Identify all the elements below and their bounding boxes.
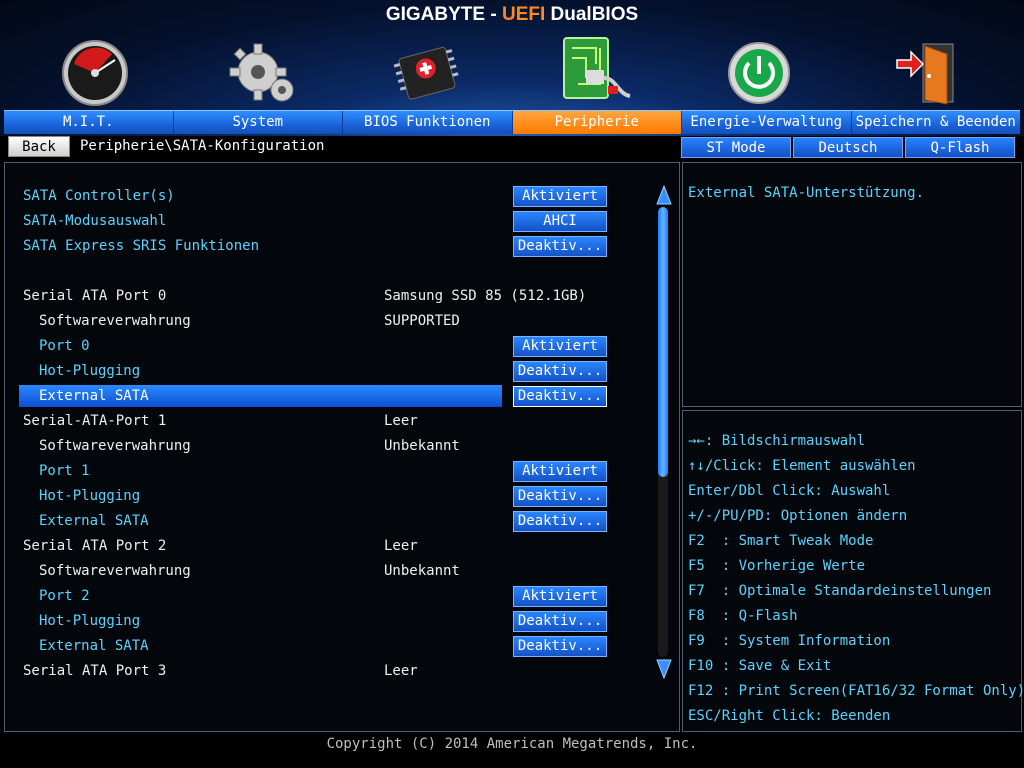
setting-value: Unbekannt (384, 438, 460, 454)
setting-label: Softwareverwahrung (39, 438, 191, 454)
setting-row[interactable]: Serial-ATA-Port 1 Leer (5, 409, 655, 434)
setting-option-button[interactable]: Aktiviert (513, 186, 607, 207)
setting-row[interactable]: External SATA Deaktiv... (5, 509, 655, 534)
key-hint: ESC/Right Click: Beenden (688, 708, 891, 724)
copyright-text: Copyright (C) 2014 American Megatrends, … (326, 736, 698, 752)
setting-label: Serial ATA Port 3 (23, 663, 167, 679)
setting-label: Serial ATA Port 2 (23, 538, 167, 554)
setting-label: Hot-Plugging (39, 613, 141, 629)
key-hint: F5 : Vorherige Werte (688, 558, 866, 574)
setting-label: Serial-ATA-Port 1 (23, 413, 167, 429)
setting-option-button[interactable]: Deaktiv... (513, 611, 607, 632)
setting-label: SATA Controller(s) (23, 188, 175, 204)
setting-option-button[interactable]: AHCI (513, 211, 607, 232)
key-hint: F2 : Smart Tweak Mode (688, 533, 874, 549)
scroll-down-arrow-icon[interactable] (656, 659, 672, 679)
setting-label: SATA Express SRIS Funktionen (23, 238, 260, 254)
tab-peripherie[interactable]: Peripherie (512, 111, 682, 134)
setting-option-button[interactable]: Deaktiv... (513, 636, 607, 657)
gear-icon[interactable] (228, 38, 298, 108)
setting-option-button[interactable]: Deaktiv... (513, 486, 607, 507)
sub-toolbar: Back Peripherie\SATA-Konfiguration ST Mo… (0, 136, 1024, 160)
setting-row[interactable]: Serial ATA Port 2 Leer (5, 534, 655, 559)
language-button[interactable]: Deutsch (793, 137, 903, 158)
key-hint: F9 : System Information (688, 633, 891, 649)
circuit-board-icon[interactable] (556, 34, 636, 112)
key-hint: F8 : Q-Flash (688, 608, 798, 624)
scrollbar-thumb[interactable] (658, 207, 668, 477)
breadcrumb: Peripherie\SATA-Konfiguration (80, 138, 325, 154)
setting-value: Unbekannt (384, 563, 460, 579)
tab-speichern-beenden[interactable]: Speichern & Beenden (852, 111, 1021, 134)
settings-panel: SATA Controller(s) Aktiviert SATA-Modusaus… (4, 162, 680, 732)
st-mode-button[interactable]: ST Mode (681, 137, 791, 158)
chip-icon[interactable] (393, 38, 463, 108)
setting-label: Port 2 (39, 588, 90, 604)
setting-value: Leer (384, 413, 418, 429)
tab-bios-funktionen[interactable]: BIOS Funktionen (343, 111, 513, 134)
setting-row[interactable]: SATA-Modusauswahl AHCI (5, 209, 655, 234)
setting-row[interactable]: Softwareverwahrung Unbekannt (5, 559, 655, 584)
setting-option-button[interactable]: Aktiviert (513, 336, 607, 357)
key-legend-panel: →←: Bildschirmauswahl ↑↓/Click: Element a… (682, 410, 1024, 732)
setting-option-button[interactable]: Aktiviert (513, 461, 607, 482)
header-bar: GIGABYTE - UEFI DualBIOS M.I.T. System B… (0, 0, 1024, 136)
setting-option-button[interactable]: Deaktiv... (513, 361, 607, 382)
setting-row[interactable]: Softwareverwahrung Unbekannt (5, 434, 655, 459)
setting-value: Leer (384, 538, 418, 554)
setting-label: Serial ATA Port 0 (23, 288, 167, 304)
setting-row[interactable]: Serial ATA Port 3 Leer (5, 659, 655, 684)
key-hint: F10 : Save & Exit (688, 658, 832, 674)
setting-row[interactable]: Serial ATA Port 0 Samsung SSD 85 (512.1GB… (5, 284, 655, 309)
key-hint: ↑↓/Click: Element auswählen (688, 458, 916, 474)
setting-label: External SATA (39, 638, 149, 654)
power-icon[interactable] (724, 38, 794, 108)
key-hint: F12 : Print Screen(FAT16/32 Format Only) (688, 683, 1024, 699)
setting-row[interactable]: Port 2 Aktiviert (5, 584, 655, 609)
help-text: External SATA-Unterstützung. (688, 185, 925, 201)
setting-row[interactable]: Hot-Plugging Deaktiv... (5, 484, 655, 509)
setting-label: External SATA (19, 385, 502, 407)
setting-row[interactable]: Port 0 Aktiviert (5, 334, 655, 359)
setting-row[interactable]: External SATA Deaktiv... (5, 384, 655, 409)
help-panel: External SATA-Unterstützung. (682, 162, 1022, 407)
setting-label: Port 0 (39, 338, 90, 354)
setting-row[interactable]: SATA Express SRIS Funktionen Deaktiv... (5, 234, 655, 259)
exit-door-icon[interactable] (893, 38, 963, 108)
setting-value: Leer (384, 663, 418, 679)
setting-label: SATA-Modusauswahl (23, 213, 167, 229)
setting-label: External SATA (39, 513, 149, 529)
setting-label: Hot-Plugging (39, 488, 141, 504)
setting-value: SUPPORTED (384, 313, 460, 329)
setting-label: Port 1 (39, 463, 90, 479)
setting-label: Hot-Plugging (39, 363, 141, 379)
window-title: GIGABYTE - UEFI DualBIOS (385, 4, 639, 25)
setting-row[interactable]: Softwareverwahrung SUPPORTED (5, 309, 655, 334)
key-hint: Enter/Dbl Click: Auswahl (688, 483, 891, 499)
setting-row[interactable]: Hot-Plugging Deaktiv... (5, 609, 655, 634)
key-hint: →←: Bildschirmauswahl (688, 433, 866, 449)
setting-option-button[interactable]: Aktiviert (513, 586, 607, 607)
setting-option-button[interactable]: Deaktiv... (513, 511, 607, 532)
back-button[interactable]: Back (8, 136, 70, 157)
setting-option-button[interactable]: Deaktiv... (513, 386, 607, 407)
setting-row[interactable]: SATA Controller(s) Aktiviert (5, 184, 655, 209)
tab-system[interactable]: System (174, 111, 343, 134)
setting-row[interactable]: External SATA Deaktiv... (5, 634, 655, 659)
speedometer-icon[interactable] (60, 38, 130, 108)
qflash-button[interactable]: Q-Flash (905, 137, 1015, 158)
setting-row[interactable]: Hot-Plugging Deaktiv... (5, 359, 655, 384)
setting-value: Samsung SSD 85 (512.1GB) (384, 288, 587, 304)
setting-label: Softwareverwahrung (39, 313, 191, 329)
setting-option-button[interactable]: Deaktiv... (513, 236, 607, 257)
setting-label: Softwareverwahrung (39, 563, 191, 579)
scroll-up-arrow-icon[interactable] (656, 185, 672, 205)
tab-mit[interactable]: M.I.T. (4, 111, 174, 134)
main-tab-bar: M.I.T. System BIOS Funktionen Peripherie… (4, 110, 1020, 134)
key-hint: F7 : Optimale Standardeinstellungen (688, 583, 992, 599)
tab-energie-verwaltung[interactable]: Energie-Verwaltung (682, 111, 852, 134)
key-hint: +/-/PU/PD: Optionen ändern (688, 508, 908, 524)
setting-row[interactable]: Port 1 Aktiviert (5, 459, 655, 484)
